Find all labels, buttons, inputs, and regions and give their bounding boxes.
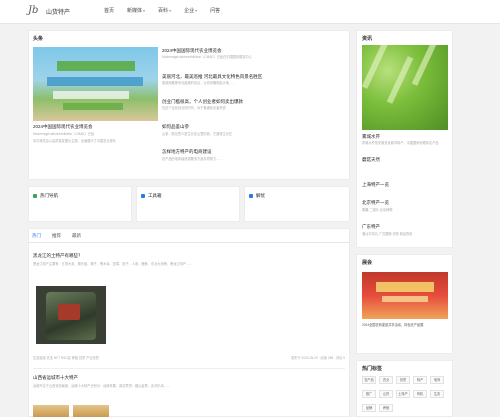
expo-title: 展会 xyxy=(362,260,373,266)
tab-recommended[interactable]: 推荐 xyxy=(52,233,61,239)
article-thumbnail[interactable] xyxy=(33,405,69,417)
tag-cloud-title: 热门标签 xyxy=(362,366,383,372)
tab-latest[interactable]: 最新 xyxy=(72,233,81,239)
tag-chip[interactable]: 土特产 xyxy=(396,390,410,398)
chevron-down-icon: ▾ xyxy=(169,8,172,13)
hero-desc-line-1: Modernagricultureexhibition（CMAE）已经 xyxy=(33,132,95,136)
quick-nav-label: 解忧 xyxy=(256,193,265,198)
help-icon xyxy=(249,194,253,198)
headline-item-desc: Modernagricultureexhibition（CMAE）已经在中国国际… xyxy=(162,55,252,59)
quick-nav-label: 热门导航 xyxy=(40,193,58,198)
nav-item-wiki[interactable]: 百科▾ xyxy=(158,7,171,14)
nav-item-company[interactable]: 企业▾ xyxy=(184,7,197,14)
nav-item-media[interactable]: 新媒体▾ xyxy=(127,7,145,14)
tag-chip[interactable]: 特产 xyxy=(413,376,427,384)
hero-image[interactable] xyxy=(33,47,158,121)
hero-caption[interactable]: 2024中国国际现代农业博览会 xyxy=(33,124,158,130)
site-logo[interactable]: Jb xyxy=(28,5,42,17)
headline-item-desc: 在这个全民创业的时代，对于普通创业者来说 xyxy=(162,106,226,110)
nav-item-qa[interactable]: 问答 xyxy=(210,7,220,14)
headline-item-desc: 山参，顾名思义是生长在山里的参。它通常生长在 xyxy=(162,132,233,136)
headline-item-title[interactable]: 如何品鉴山参 xyxy=(162,124,345,130)
site-name[interactable]: 山货特产 xyxy=(46,7,70,16)
expo-banner-image[interactable] xyxy=(362,272,448,319)
headline-item-title[interactable]: 美丽河北，最美巡推 河北最具文化特色风景名胜区 xyxy=(162,74,345,80)
article-title[interactable]: 黑龙江的土特产有哪些？ xyxy=(33,253,343,259)
news-item-desc: 果脯 二锅头 北京烤鸭 xyxy=(362,208,393,212)
article-thumbnail[interactable] xyxy=(36,286,106,344)
tag-chip[interactable]: 推广 xyxy=(362,390,376,398)
tag-chip[interactable]: 品牌 xyxy=(362,404,376,412)
news-item-title[interactable]: 广东特产 xyxy=(362,224,448,230)
article-desc: 运城市位于山西省西南部，运城十大特产分别为：运城苹果、闻喜煮饼、稷山板枣、永济扒… xyxy=(33,384,171,388)
top-navbar: Jb 山货特产 首页 新媒体▾ 百科▾ 企业▾ 问答 xyxy=(0,0,500,24)
chevron-down-icon: ▾ xyxy=(143,8,146,13)
main-nav: 首页 新媒体▾ 百科▾ 企业▾ 问答 xyxy=(104,7,233,14)
headline-item-title[interactable]: 创业门槛很高，个人创业者如何卖出爆款 xyxy=(162,99,345,105)
tag-chip[interactable]: 有机 xyxy=(413,390,427,398)
article-tags: 生态建设 农业 NFT RSC区 养殖 扶贫 产业扶贫 xyxy=(33,356,99,360)
article-title[interactable]: 山西省运城市十大特产 xyxy=(33,375,343,381)
tab-hot[interactable]: 热门 xyxy=(32,233,41,239)
article-tabs: 热门 推荐 最新 xyxy=(28,228,350,243)
article-desc: 黑龙江特产主要有：五常大米、猴头菇、榛子、黑木耳、蓝莓、松子、人参、鹿茸、东北大… xyxy=(33,262,193,266)
tag-chip[interactable]: 养殖 xyxy=(379,404,393,412)
news-item-title[interactable]: 北京特产一览 xyxy=(362,200,448,206)
tag-chip[interactable]: 农业 xyxy=(379,376,393,384)
quick-nav-card-tools[interactable] xyxy=(136,186,240,222)
tag-chip[interactable]: 农产品 xyxy=(362,376,376,384)
toolbox-icon xyxy=(141,194,145,198)
news-item-title[interactable]: 蘑菇天然 xyxy=(362,157,448,163)
nav-item-home[interactable]: 首页 xyxy=(104,7,114,14)
article-meta: 发布于 2024-05-20 · 阅读 285 · 评论 0 xyxy=(290,356,345,360)
news-item-desc: 潮汕牛肉丸 广式腊肠 凉茶 新会陈皮 xyxy=(362,232,413,236)
chevron-down-icon: ▾ xyxy=(195,8,198,13)
quick-nav-card-help[interactable] xyxy=(244,186,350,222)
news-sidebar-title: 资讯 xyxy=(362,36,373,42)
tag-chip[interactable]: 生态 xyxy=(430,390,444,398)
tag-chip[interactable]: 电商 xyxy=(430,376,444,384)
article-thumbnail[interactable] xyxy=(73,405,109,417)
headlines-title: 头条 xyxy=(33,36,44,42)
hero-desc-line-2: 本次博览会以高质量发展为主题，全面展示了中国农业现代 xyxy=(33,139,116,143)
divider xyxy=(33,368,345,369)
news-item-title[interactable]: 雾城水芹 xyxy=(362,134,448,140)
headline-item-title[interactable]: 怎样地方特产的电商建设 xyxy=(162,149,345,155)
hot-nav-icon xyxy=(33,194,37,198)
news-item-title[interactable]: 上海特产一览 xyxy=(362,182,448,188)
news-feature-image[interactable] xyxy=(362,45,448,130)
headline-item-title[interactable]: 2024中国国际现代农业博览会 xyxy=(162,48,345,54)
news-item-desc: 雾城水芹是安徽省宣城市特产，中国国家地理标志产品 xyxy=(362,141,439,145)
expo-caption[interactable]: 2024全国农商渠道共享活动，特色农产品展 xyxy=(362,323,448,333)
headline-item-desc: 旅游网推荐河北最美的景点，让你领略燕赵大地…… xyxy=(162,81,236,85)
quick-nav-label: 工具箱 xyxy=(148,193,162,198)
headline-item-desc: 农产品的电商建设需要多方面共同努力…… xyxy=(162,157,223,161)
quick-nav-card-hot[interactable] xyxy=(28,186,132,222)
tag-chip[interactable]: 山货 xyxy=(379,390,393,398)
tag-chip[interactable]: 扶贫 xyxy=(396,376,410,384)
